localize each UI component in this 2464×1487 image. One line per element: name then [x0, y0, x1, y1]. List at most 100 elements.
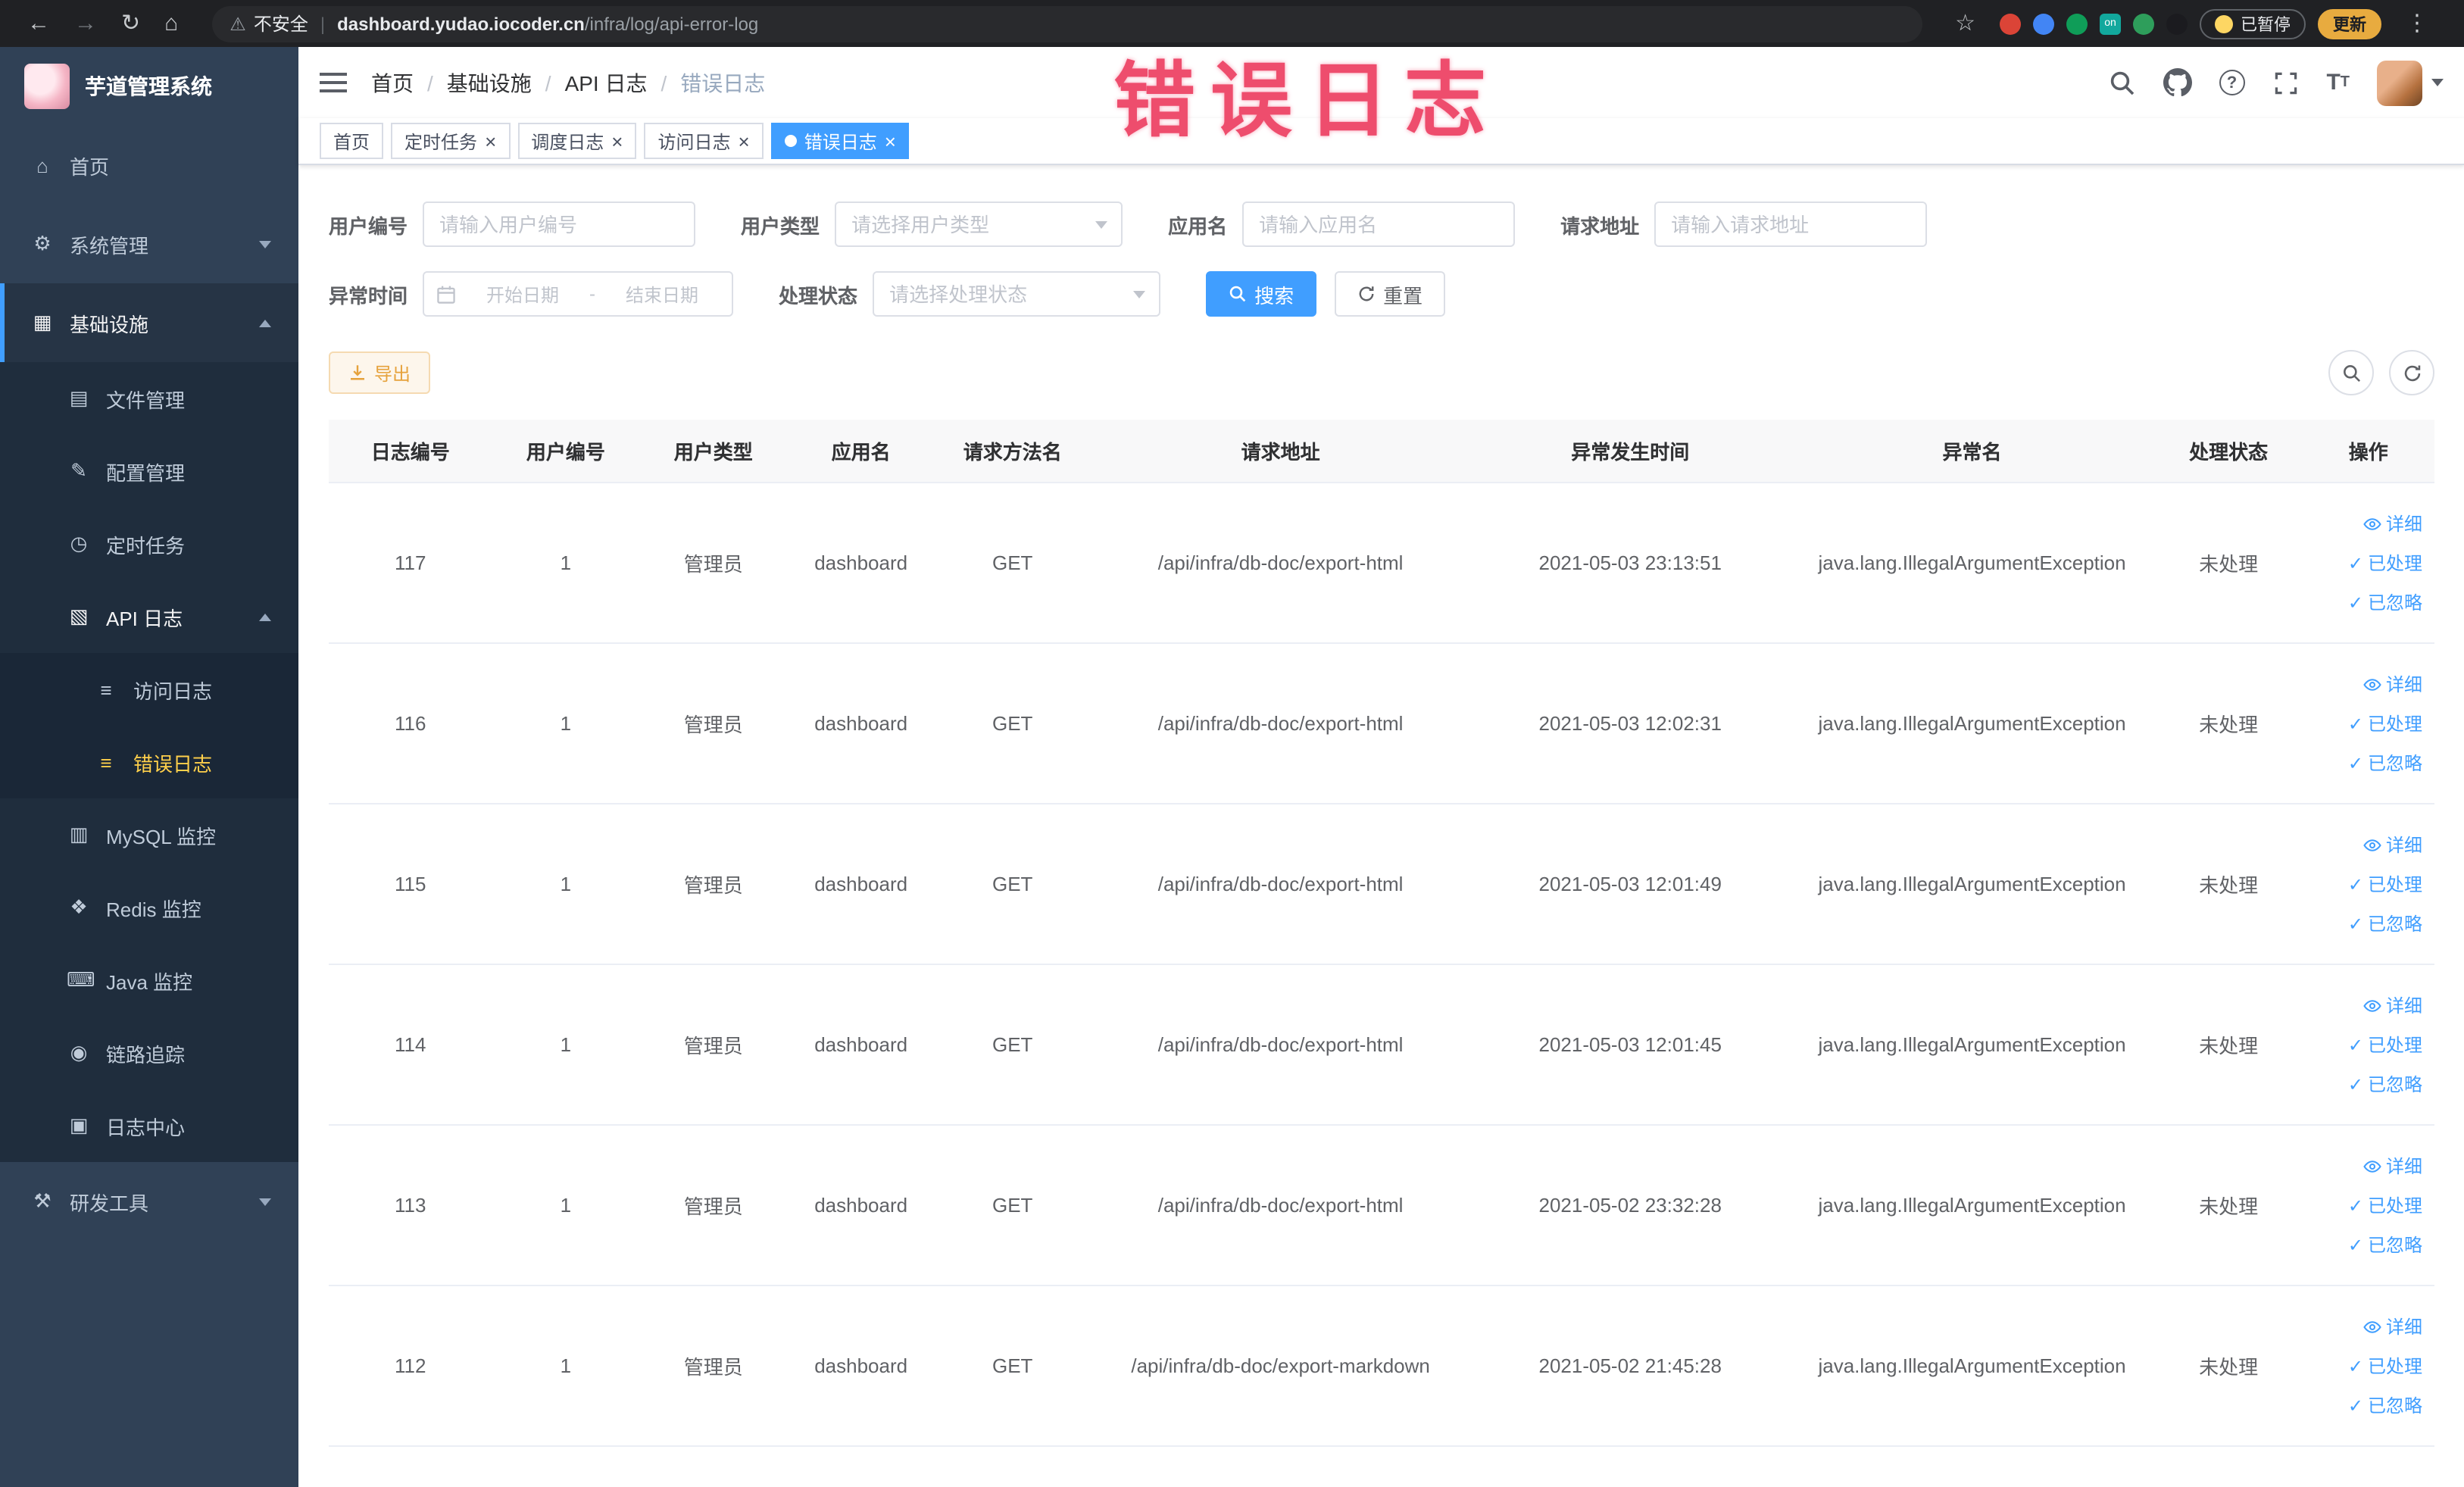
- cell-method: GET: [935, 804, 1091, 965]
- sidebar-item-system[interactable]: ⚙ 系统管理: [0, 205, 298, 283]
- extension-on-icon[interactable]: on: [2100, 13, 2121, 34]
- tab-access-log[interactable]: 访问日志 ×: [644, 123, 764, 159]
- extension-icon[interactable]: [2000, 13, 2021, 34]
- tab-job-log[interactable]: 调度日志 ×: [517, 123, 637, 159]
- profile-face-icon: [2215, 14, 2233, 33]
- sidebar-item-errorlog[interactable]: ≡ 错误日志: [0, 726, 298, 798]
- detail-link[interactable]: 详细: [2309, 1307, 2422, 1346]
- mark-processed-link[interactable]: ✓ 已处理: [2309, 704, 2422, 743]
- help-icon[interactable]: ?: [2219, 70, 2245, 95]
- close-icon[interactable]: ×: [739, 131, 750, 151]
- close-icon[interactable]: ×: [485, 131, 496, 151]
- request-url-input[interactable]: [1654, 201, 1928, 247]
- processed-label: 已处理: [2367, 1355, 2422, 1376]
- extension-icon[interactable]: [2066, 13, 2088, 34]
- breadcrumb-home[interactable]: 首页: [371, 67, 414, 98]
- close-icon[interactable]: ×: [885, 131, 896, 151]
- user-id-input[interactable]: [423, 201, 696, 247]
- pin-extension-icon[interactable]: [2166, 13, 2188, 34]
- sidebar-item-accesslog[interactable]: ≡ 访问日志: [0, 653, 298, 726]
- search-icon[interactable]: [2108, 69, 2135, 96]
- breadcrumb-apilog[interactable]: API 日志: [565, 67, 648, 98]
- detail-link[interactable]: 详细: [2309, 664, 2422, 704]
- mark-processed-link[interactable]: ✓ 已处理: [2309, 543, 2422, 583]
- user-type-select[interactable]: [835, 201, 1123, 247]
- cell-app-name: dashboard: [787, 1125, 935, 1286]
- address-bar[interactable]: ⚠ 不安全 | dashboard.yudao.iocoder.cn /infr…: [211, 5, 1922, 42]
- app-name-input[interactable]: [1242, 201, 1516, 247]
- paused-badge[interactable]: 已暂停: [2200, 8, 2306, 39]
- address-separator: |: [320, 13, 326, 34]
- toggle-search-button[interactable]: [2328, 350, 2374, 395]
- font-size-icon[interactable]: TT: [2326, 71, 2350, 94]
- tab-label: 访问日志: [657, 131, 731, 152]
- sidebar-item-infra[interactable]: ▦ 基础设施: [0, 283, 298, 362]
- mark-ignored-link[interactable]: ✓ 已忽略: [2309, 583, 2422, 622]
- date-range-picker[interactable]: 开始日期 - 结束日期: [423, 271, 734, 317]
- sidebar-item-apilog[interactable]: ▧ API 日志: [0, 580, 298, 653]
- sidebar-item-java[interactable]: ⌨ Java 监控: [0, 944, 298, 1017]
- cell-status: 未处理: [2154, 804, 2303, 965]
- mark-ignored-link[interactable]: ✓ 已忽略: [2309, 904, 2422, 943]
- sidebar-item-logcenter[interactable]: ▣ 日志中心: [0, 1089, 298, 1162]
- user-type-select-input[interactable]: [835, 201, 1123, 247]
- github-icon[interactable]: [2163, 68, 2192, 97]
- mark-processed-link[interactable]: ✓ 已处理: [2309, 864, 2422, 904]
- mark-processed-link[interactable]: ✓ 已处理: [2309, 1025, 2422, 1064]
- back-icon[interactable]: ←: [27, 12, 50, 35]
- logo[interactable]: 芋道管理系统: [0, 47, 298, 126]
- process-status-select-input[interactable]: [873, 271, 1161, 317]
- tab-error-log[interactable]: 错误日志 ×: [770, 123, 910, 159]
- extension-icon[interactable]: [2133, 13, 2154, 34]
- tab-job[interactable]: 定时任务 ×: [391, 123, 511, 159]
- sidebar-item-home[interactable]: ⌂ 首页: [0, 126, 298, 205]
- detail-link[interactable]: 详细: [2309, 1146, 2422, 1186]
- close-icon[interactable]: ×: [611, 131, 623, 151]
- sidebar-item-job[interactable]: ◷ 定时任务: [0, 508, 298, 580]
- cell-exception-name: java.lang.IllegalArgumentException: [1789, 643, 2155, 804]
- browser-menu-icon[interactable]: ⋮: [2406, 12, 2428, 35]
- hamburger-icon[interactable]: [320, 73, 347, 92]
- mark-ignored-link[interactable]: ✓ 已忽略: [2309, 1385, 2422, 1425]
- cell-app-name: dashboard: [787, 964, 935, 1126]
- processed-label: 已处理: [2367, 552, 2422, 573]
- sidebar-item-redis[interactable]: ❖ Redis 监控: [0, 871, 298, 944]
- search-button[interactable]: 搜索: [1206, 271, 1317, 317]
- bookmark-star-icon[interactable]: ☆: [1955, 12, 1975, 35]
- table-toolbar: 导出: [329, 350, 2434, 395]
- update-button[interactable]: 更新: [2318, 8, 2381, 39]
- process-status-select[interactable]: [873, 271, 1161, 317]
- mark-ignored-link[interactable]: ✓ 已忽略: [2309, 743, 2422, 783]
- breadcrumb-infra[interactable]: 基础设施: [447, 67, 532, 98]
- forward-icon[interactable]: →: [74, 12, 97, 35]
- detail-link[interactable]: 详细: [2309, 504, 2422, 543]
- cell-request-url: /api/infra/db-doc/export-html: [1090, 483, 1471, 644]
- eye-icon: [2363, 1160, 2381, 1172]
- mark-ignored-link[interactable]: ✓ 已忽略: [2309, 1064, 2422, 1104]
- sidebar-item-config[interactable]: ✎ 配置管理: [0, 435, 298, 508]
- sidebar-item-devtool[interactable]: ⚒ 研发工具: [0, 1162, 298, 1241]
- extension-icon[interactable]: [2033, 13, 2054, 34]
- sidebar-item-mysql[interactable]: ▥ MySQL 监控: [0, 798, 298, 871]
- reset-button[interactable]: 重置: [1335, 271, 1446, 317]
- reload-icon[interactable]: ↻: [121, 12, 140, 35]
- mark-processed-link[interactable]: ✓ 已处理: [2309, 1346, 2422, 1385]
- sidebar-item-label: 定时任务: [106, 534, 186, 557]
- detail-link[interactable]: 详细: [2309, 986, 2422, 1025]
- sidebar-item-label: 日志中心: [106, 1116, 186, 1139]
- fullscreen-icon[interactable]: [2272, 69, 2299, 96]
- user-menu[interactable]: [2377, 60, 2444, 105]
- browser-home-icon[interactable]: ⌂: [164, 12, 178, 35]
- detail-link[interactable]: 详细: [2309, 825, 2422, 864]
- avatar: [2377, 60, 2422, 105]
- sidebar-item-trace[interactable]: ◉ 链路追踪: [0, 1017, 298, 1089]
- export-button[interactable]: 导出: [329, 351, 431, 394]
- mark-ignored-link[interactable]: ✓ 已忽略: [2309, 1225, 2422, 1264]
- check-icon: ✓: [2347, 1073, 2363, 1095]
- mark-processed-link[interactable]: ✓ 已处理: [2309, 1186, 2422, 1225]
- log-center-icon: ▣: [69, 1114, 89, 1136]
- cell-user-type: 管理员: [639, 1286, 788, 1447]
- sidebar-item-file[interactable]: ▤ 文件管理: [0, 362, 298, 435]
- refresh-button[interactable]: [2389, 350, 2434, 395]
- tab-home[interactable]: 首页: [320, 123, 384, 159]
